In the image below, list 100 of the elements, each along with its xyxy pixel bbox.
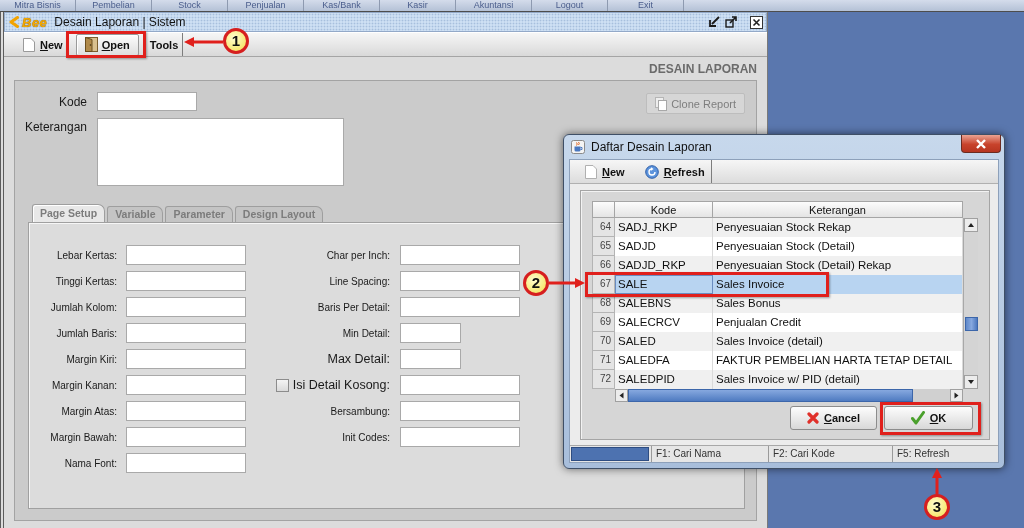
input-field[interactable] bbox=[126, 453, 246, 473]
field-label: Margin Atas: bbox=[60, 405, 117, 417]
callout-arrow bbox=[184, 37, 223, 47]
table-row[interactable]: 69 SALECRCV Penjualan Credit bbox=[592, 313, 963, 332]
input-field[interactable] bbox=[400, 323, 461, 343]
logo-icon bbox=[9, 16, 19, 28]
field-label: Isi Detail Kosong: bbox=[292, 378, 390, 392]
field-label: Min Detail: bbox=[341, 327, 390, 339]
input-field[interactable] bbox=[400, 271, 520, 291]
input-field[interactable] bbox=[126, 245, 246, 265]
input-field[interactable] bbox=[126, 323, 246, 343]
description-field[interactable] bbox=[97, 118, 344, 186]
step-marker: 3 bbox=[924, 494, 950, 520]
window-title: Desain Laporan | Sistem bbox=[54, 15, 186, 29]
input-field[interactable] bbox=[126, 297, 246, 317]
row-number: 64 bbox=[592, 218, 615, 237]
page-icon bbox=[23, 37, 35, 52]
input-field[interactable] bbox=[400, 245, 520, 265]
menu-tab[interactable]: Exit bbox=[608, 0, 684, 11]
row-number: 72 bbox=[592, 370, 615, 389]
input-field[interactable] bbox=[400, 375, 520, 395]
row-number: 69 bbox=[592, 313, 615, 332]
column-header[interactable]: Kode bbox=[615, 201, 713, 218]
table-row[interactable]: 72 SALEDPID Sales Invoice w/ PID (detail) bbox=[592, 370, 963, 389]
row-number: 71 bbox=[592, 351, 615, 370]
field-label: Init Codes: bbox=[341, 431, 390, 443]
input-field[interactable] bbox=[126, 349, 246, 369]
field-label: Tinggi Kertas: bbox=[54, 275, 117, 287]
menu-tab[interactable]: Kasir bbox=[380, 0, 456, 11]
row-number: 70 bbox=[592, 332, 615, 351]
scrollbar-thumb[interactable] bbox=[628, 389, 913, 402]
field-label: Line Spacing: bbox=[328, 275, 390, 287]
input-field[interactable] bbox=[126, 271, 246, 291]
dialog-title: Daftar Desain Laporan bbox=[591, 140, 712, 154]
field-label: Kode bbox=[57, 94, 87, 109]
scrollbar-thumb[interactable] bbox=[964, 317, 978, 331]
input-field[interactable] bbox=[400, 401, 520, 421]
cross-icon bbox=[806, 412, 819, 424]
check-icon bbox=[910, 411, 925, 425]
page-heading: DESAIN LAPORAN bbox=[648, 61, 757, 77]
column-header[interactable]: Keterangan bbox=[713, 201, 963, 218]
horizontal-scrollbar[interactable] bbox=[615, 389, 963, 402]
input-field[interactable] bbox=[400, 297, 520, 317]
status-text: F1: Cari Nama bbox=[651, 446, 768, 462]
field-label: Margin Kanan: bbox=[50, 379, 117, 391]
page-icon bbox=[585, 164, 597, 179]
field-label: Keterangan bbox=[23, 119, 87, 134]
menu-tab[interactable]: Logout bbox=[532, 0, 608, 11]
refresh-button[interactable]: Refresh bbox=[639, 160, 710, 183]
input-field[interactable] bbox=[126, 375, 246, 395]
ok-button[interactable]: OK bbox=[884, 406, 973, 430]
status-text: F5: Refresh bbox=[892, 446, 998, 462]
tools-menu-button[interactable]: Tools bbox=[146, 33, 182, 56]
door-icon bbox=[84, 37, 98, 52]
menu-tab[interactable]: Akuntansi bbox=[456, 0, 532, 11]
refresh-icon bbox=[644, 164, 659, 179]
logo-text: Bee bbox=[22, 14, 48, 30]
callout-arrow bbox=[932, 468, 942, 494]
input-field[interactable] bbox=[126, 401, 246, 421]
field-label: Nama Font: bbox=[63, 457, 117, 469]
input-field[interactable] bbox=[400, 427, 520, 447]
restore-icon[interactable] bbox=[708, 16, 720, 28]
table-row[interactable]: 67 SALE Sales Invoice bbox=[592, 275, 963, 294]
row-number: 65 bbox=[592, 237, 615, 256]
coffee-cup-icon bbox=[571, 140, 585, 154]
close-icon bbox=[976, 138, 986, 149]
field-label: Jumlah Baris: bbox=[55, 327, 117, 339]
new-button[interactable]: New bbox=[580, 160, 630, 183]
table-row[interactable]: 64 SADJ_RKP Penyesuaian Stock Rekap bbox=[592, 218, 963, 237]
checkbox[interactable] bbox=[275, 378, 289, 392]
menu-tab[interactable]: Penjualan bbox=[228, 0, 304, 11]
row-number-header bbox=[592, 201, 615, 218]
field-label: Baris Per Detail: bbox=[316, 301, 390, 313]
menu-tab[interactable]: Pembelian bbox=[76, 0, 152, 11]
maximize-icon[interactable] bbox=[725, 16, 737, 28]
field-label: Margin Kiri: bbox=[65, 353, 117, 365]
table-row[interactable]: 71 SALEDFA FAKTUR PEMBELIAN HARTA TETAP DETAIL bbox=[592, 351, 963, 370]
table-row[interactable]: 65 SADJD Penyesuaian Stock (Detail) bbox=[592, 237, 963, 256]
row-number: 67 bbox=[592, 275, 615, 294]
close-button[interactable] bbox=[961, 135, 1001, 153]
cancel-button[interactable]: Cancel bbox=[790, 406, 877, 430]
field-label: Lebar Kertas: bbox=[55, 249, 117, 261]
callout-arrow bbox=[549, 278, 585, 288]
new-button[interactable]: New bbox=[18, 33, 68, 56]
code-field[interactable] bbox=[97, 92, 197, 111]
input-field[interactable] bbox=[126, 427, 246, 447]
pages-icon bbox=[655, 96, 668, 111]
menu-tab[interactable]: Kas/Bank bbox=[304, 0, 380, 11]
field-label: Bersambung: bbox=[329, 405, 390, 417]
close-icon[interactable] bbox=[750, 15, 763, 29]
table-row[interactable]: 70 SALED Sales Invoice (detail) bbox=[592, 332, 963, 351]
input-field[interactable] bbox=[400, 349, 461, 369]
menu-tab[interactable]: Mitra Bisnis bbox=[0, 0, 76, 11]
field-label: Max Detail: bbox=[326, 352, 390, 366]
field-label: Jumlah Kolom: bbox=[49, 301, 117, 313]
vertical-scrollbar[interactable] bbox=[963, 218, 978, 389]
field-label: Margin Bawah: bbox=[49, 431, 117, 443]
open-button[interactable]: Open bbox=[75, 33, 139, 56]
menu-tab[interactable]: Stock bbox=[152, 0, 228, 11]
field-label: Char per Inch: bbox=[325, 249, 390, 261]
